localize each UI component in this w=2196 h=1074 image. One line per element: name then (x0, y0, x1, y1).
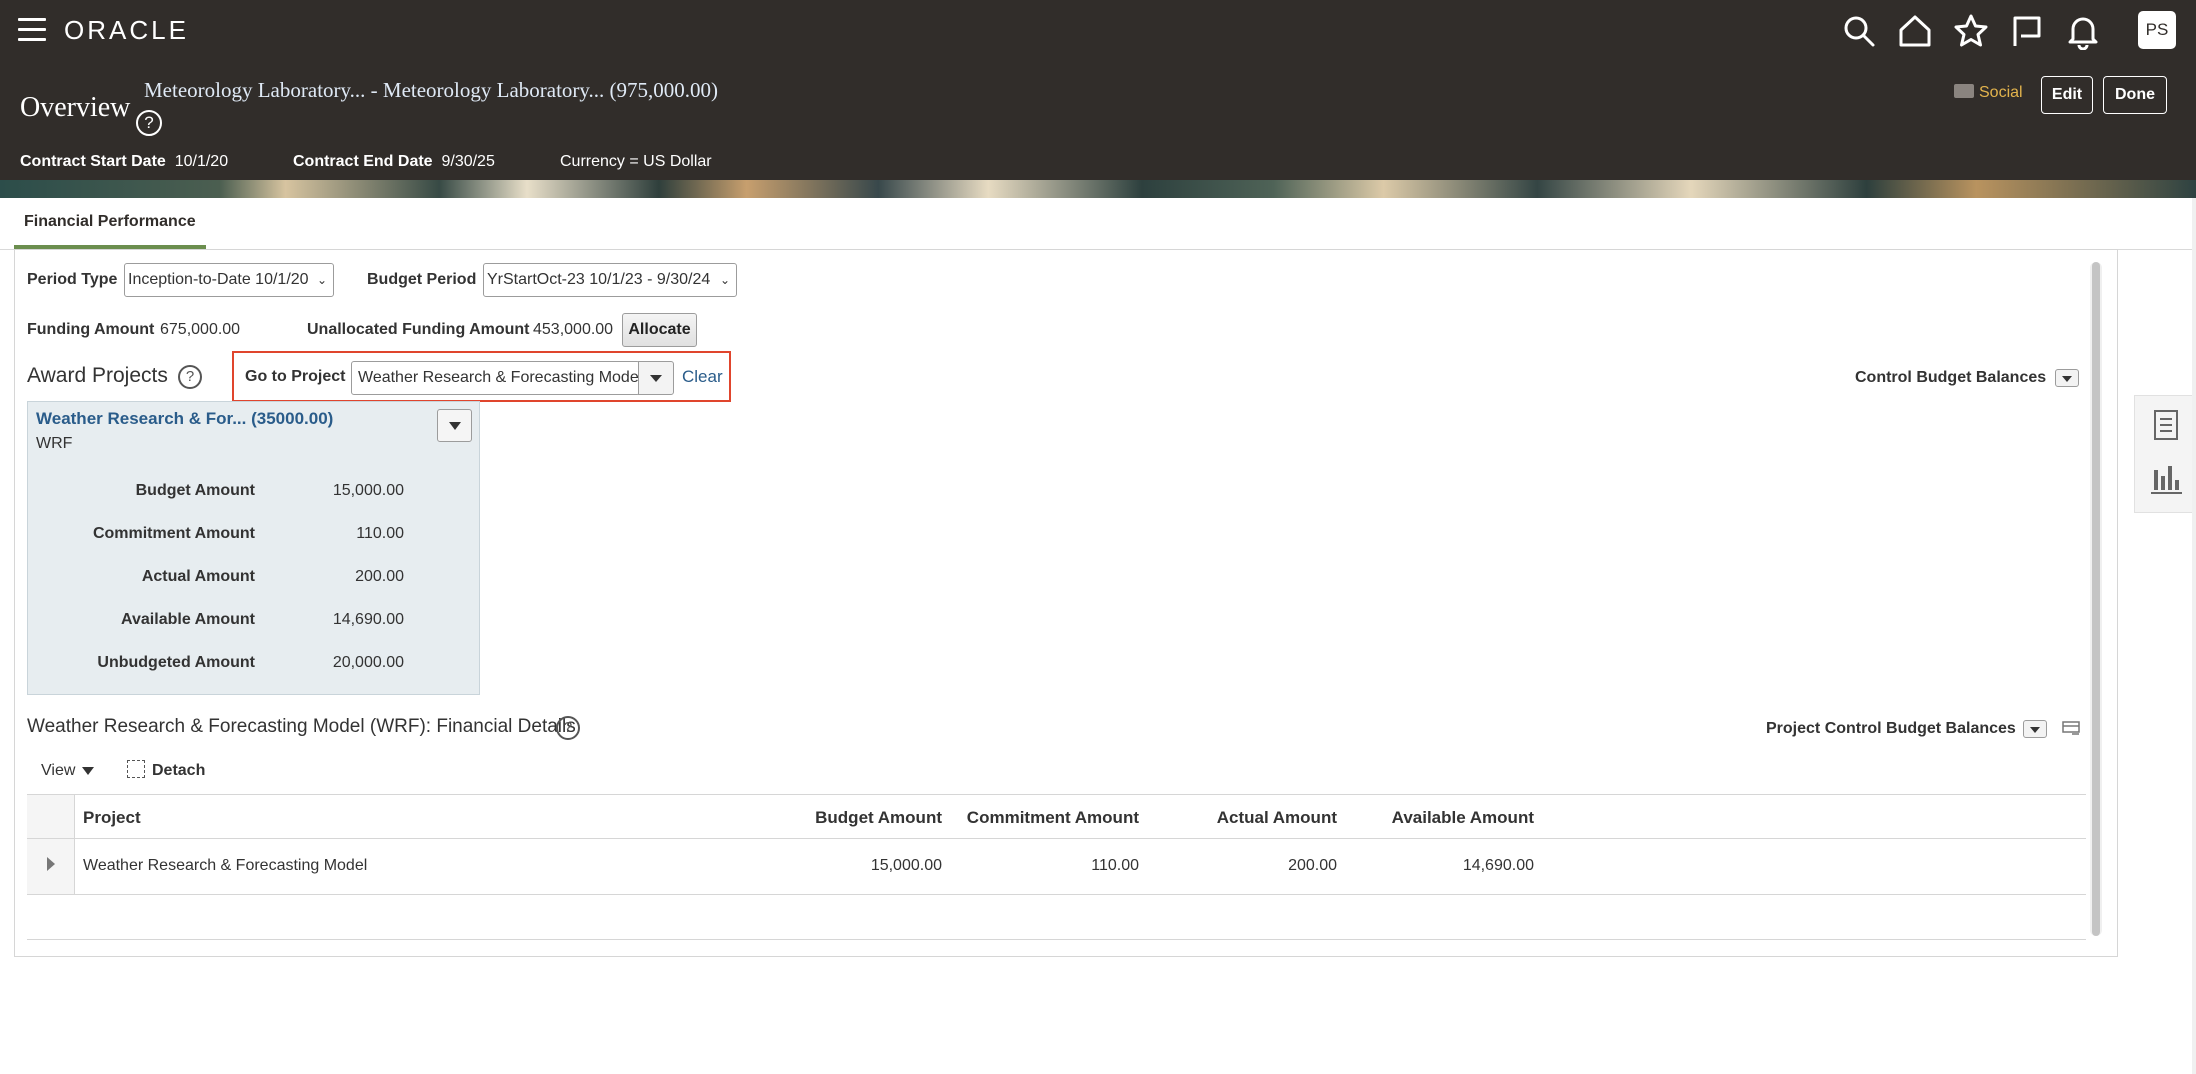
budget-period-value: YrStartOct-23 10/1/23 - 9/30/24 (487, 271, 711, 288)
global-header: ORACLE PS Overview Meteorology Laborator… (0, 0, 2196, 198)
card-row-label: Available Amount (121, 611, 255, 628)
funding-amount-label: Funding Amount (27, 321, 155, 338)
caret-down-icon (82, 766, 95, 775)
card-row-value: 20,000.00 (332, 654, 404, 671)
flag-icon[interactable] (2008, 12, 2046, 50)
contract-start-value: 10/1/20 (174, 153, 229, 170)
allocate-button[interactable]: Allocate (622, 313, 697, 347)
award-projects-title: Award Projects (27, 364, 168, 387)
financial-details-title: Weather Research & Forecasting Model (WR… (27, 716, 576, 737)
search-icon[interactable] (1840, 12, 1878, 50)
help-icon[interactable]: ? (178, 365, 202, 389)
table-header: Project Budget Amount Commitment Amount … (27, 795, 2086, 839)
card-row-label: Commitment Amount (92, 525, 255, 542)
top-bar: ORACLE PS (0, 0, 2196, 62)
card-row-value: 15,000.00 (332, 482, 404, 499)
project-card-title-link[interactable]: Weather Research & For... (35000.00) (36, 409, 333, 429)
card-row-label: Budget Amount (135, 482, 255, 499)
column-header-available-amount[interactable]: Available Amount (1392, 808, 1534, 828)
budget-period-label: Budget Period (367, 271, 477, 288)
view-menu-label: View (41, 762, 76, 779)
done-button[interactable]: Done (2103, 76, 2167, 114)
card-row-value: 200.00 (355, 568, 404, 585)
table-row[interactable]: Weather Research & Forecasting Model 15,… (27, 839, 2086, 895)
project-card-code: WRF (36, 435, 73, 452)
funding-amount-value: 675,000.00 (160, 321, 241, 338)
column-header-actual-amount[interactable]: Actual Amount (1217, 808, 1337, 828)
project-control-budget-balances-label: Project Control Budget Balances (1766, 720, 2016, 737)
help-icon[interactable]: ? (136, 110, 162, 136)
chevron-down-icon: ⌄ (719, 273, 730, 287)
bell-icon[interactable] (2064, 12, 2102, 51)
cell-commitment-amount: 110.00 (1091, 857, 1139, 874)
column-header-commitment-amount[interactable]: Commitment Amount (967, 808, 1139, 828)
help-icon[interactable]: ? (556, 716, 580, 740)
cell-available-amount: 14,690.00 (1462, 857, 1534, 874)
page-scrollbar[interactable] (2192, 198, 2196, 1074)
goto-project-dropdown-button[interactable] (638, 361, 674, 395)
expand-row-icon[interactable] (47, 857, 55, 871)
detach-label: Detach (152, 762, 206, 780)
control-budget-dropdown[interactable] (2055, 369, 2079, 387)
contract-end: Contract End Date 9/30/25 (293, 153, 495, 171)
card-row-label: Unbudgeted Amount (97, 654, 255, 671)
oracle-logo[interactable]: ORACLE (64, 15, 189, 46)
project-control-budget-dropdown[interactable] (2023, 720, 2047, 738)
card-row-budget: Budget Amount 15,000.00 (28, 482, 481, 512)
cell-project: Weather Research & Forecasting Model (83, 857, 368, 874)
social-button[interactable]: Social (1954, 83, 2023, 108)
card-row-value: 110.00 (356, 525, 404, 542)
column-header-budget-amount[interactable]: Budget Amount (815, 808, 942, 828)
goto-project-input[interactable]: Weather Research & Forecasting Model (351, 361, 640, 395)
menu-icon[interactable] (18, 18, 46, 42)
page-title: Overview (20, 92, 131, 123)
contract-name: Meteorology Laboratory... - Meteorology … (144, 78, 719, 102)
chat-bubble-icon (1954, 83, 1974, 98)
clear-link[interactable]: Clear (682, 367, 723, 387)
card-row-commitment: Commitment Amount 110.00 (28, 525, 481, 555)
star-icon[interactable] (1952, 12, 1990, 50)
home-icon[interactable] (1896, 12, 1934, 50)
control-budget-balances-label: Control Budget Balances (1855, 369, 2047, 386)
detach-button[interactable]: Detach (127, 760, 206, 780)
side-tools-panel (2134, 395, 2196, 513)
edit-button[interactable]: Edit (2041, 76, 2093, 114)
card-row-actual: Actual Amount 200.00 (28, 568, 481, 598)
bar-chart-icon[interactable] (2149, 462, 2183, 496)
currency-label: Currency = US Dollar (560, 153, 712, 170)
project-card: Weather Research & For... (35000.00) WRF… (27, 401, 480, 695)
detach-icon (127, 760, 145, 778)
decorative-banner (0, 180, 2196, 198)
unallocated-funding-label: Unallocated Funding Amount (307, 321, 530, 338)
card-row-label: Actual Amount (141, 568, 255, 585)
column-header-project[interactable]: Project (83, 808, 141, 828)
user-avatar[interactable]: PS (2138, 11, 2176, 49)
table-settings-icon[interactable] (2062, 721, 2080, 737)
financial-details-table: Project Budget Amount Commitment Amount … (27, 794, 2086, 940)
scrollbar-thumb[interactable] (2092, 262, 2100, 936)
contract-start-label: Contract Start Date (20, 153, 166, 170)
period-type-label: Period Type (27, 271, 118, 288)
panel-scrollbar[interactable] (2090, 262, 2102, 936)
period-type-value: Inception-to-Date 10/1/20 (128, 271, 309, 288)
card-row-unbudgeted: Unbudgeted Amount 20,000.00 (28, 654, 481, 684)
contract-end-label: Contract End Date (293, 153, 433, 170)
project-card-menu-button[interactable] (437, 409, 472, 442)
document-icon[interactable] (2149, 408, 2183, 442)
period-type-select[interactable]: Inception-to-Date 10/1/20 ⌄ (124, 263, 334, 297)
budget-period-select[interactable]: YrStartOct-23 10/1/23 - 9/30/24 ⌄ (483, 263, 737, 297)
social-label: Social (1979, 84, 2023, 101)
chevron-down-icon: ⌄ (316, 273, 327, 287)
unallocated-funding-value: 453,000.00 (533, 321, 614, 338)
card-row-value: 14,690.00 (332, 611, 404, 628)
cell-actual-amount: 200.00 (1288, 857, 1337, 874)
card-row-available: Available Amount 14,690.00 (28, 611, 481, 641)
cell-budget-amount: 15,000.00 (870, 857, 942, 874)
tab-bar: Financial Performance (0, 198, 2192, 250)
tab-financial-performance[interactable]: Financial Performance (14, 213, 206, 249)
goto-project-label: Go to Project (245, 368, 346, 385)
contract-end-value: 9/30/25 (441, 153, 495, 170)
view-menu[interactable]: View (41, 762, 95, 780)
contract-start: Contract Start Date 10/1/20 (20, 153, 228, 171)
